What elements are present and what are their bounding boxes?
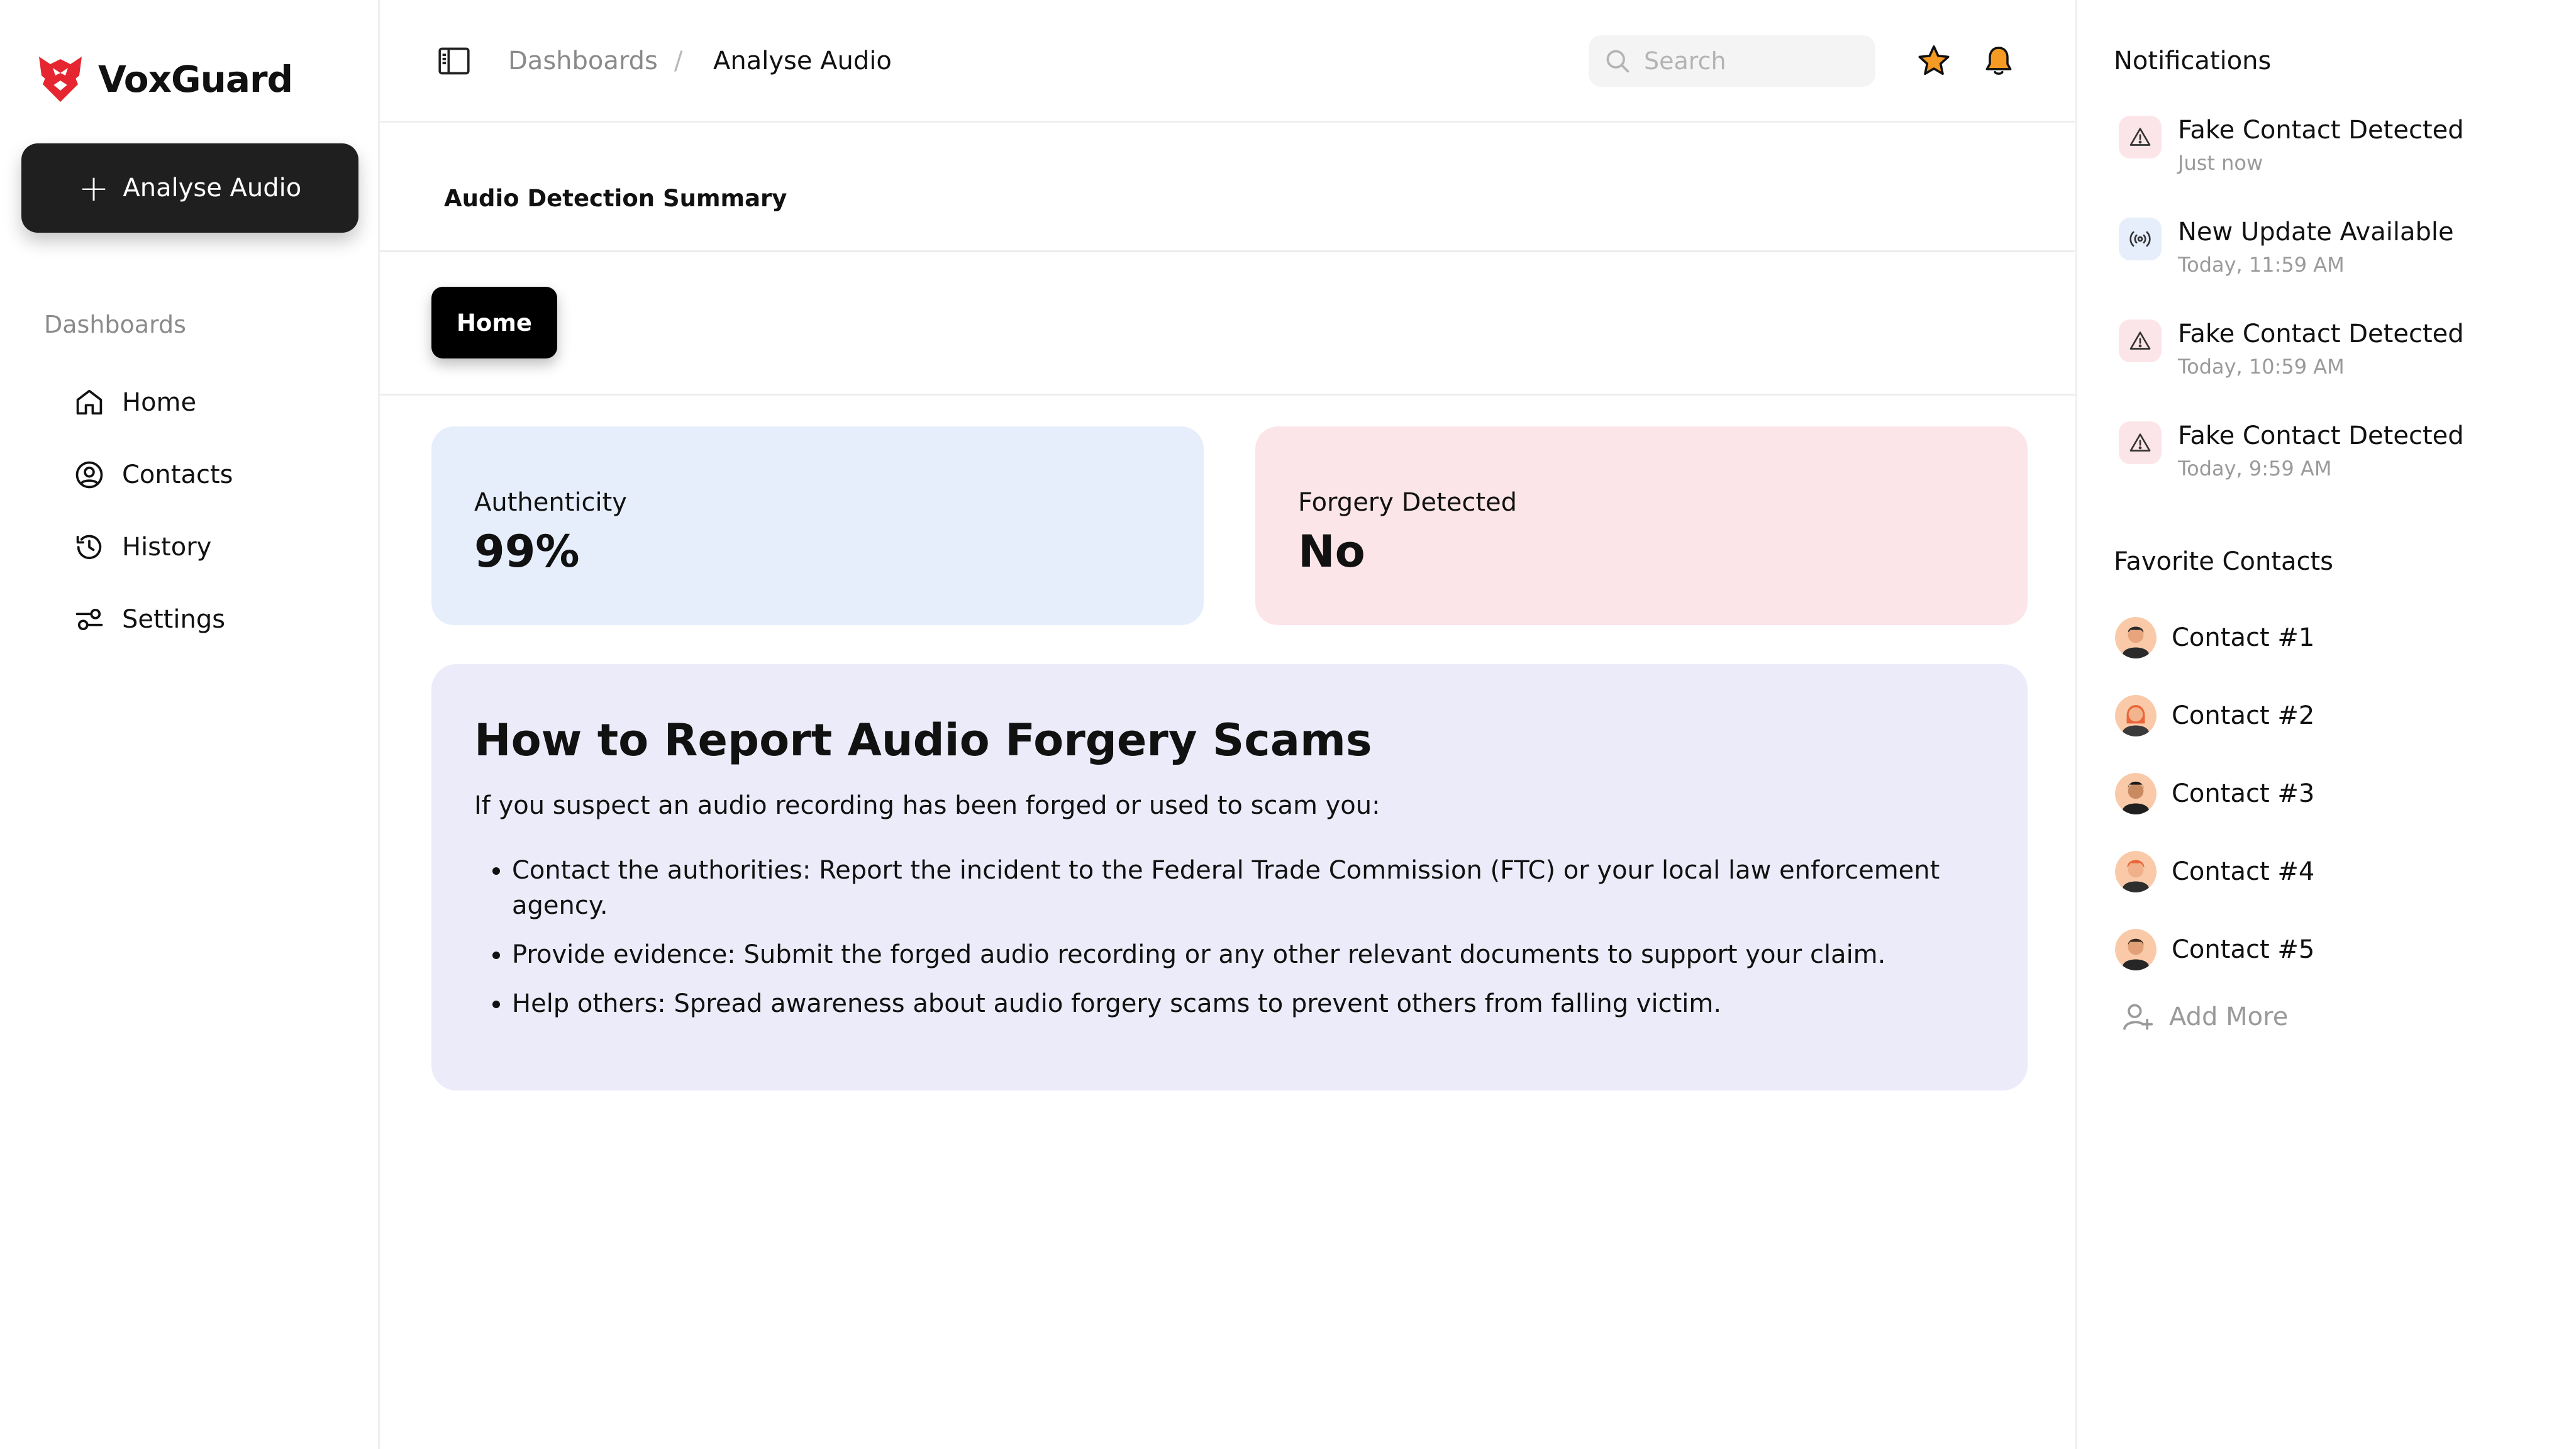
list-item: Provide evidence: Submit the forged audi… — [512, 937, 1985, 972]
main-content: Dashboards / Analyse Audio Audio Detecti… — [380, 0, 2075, 1449]
favorite-contacts-list: Contact #1 Contact #2 Contact #3 Contact… — [2115, 599, 2314, 1045]
brand-logo[interactable]: VoxGuard — [35, 53, 293, 106]
notification-item[interactable]: Fake Contact Detected Today, 10:59 AM — [2119, 319, 2464, 379]
contact-item[interactable]: Contact #5 — [2115, 911, 2314, 989]
sidebar-item-label: Contacts — [122, 460, 233, 489]
bell-icon[interactable] — [1981, 43, 2016, 79]
notification-item[interactable]: Fake Contact Detected Today, 9:59 AM — [2119, 421, 2464, 480]
add-more-button[interactable]: Add More — [2115, 989, 2314, 1045]
sidebar-item-home[interactable]: Home — [73, 366, 233, 438]
contact-name: Contact #3 — [2172, 779, 2315, 808]
settings-sliders-icon — [73, 603, 106, 636]
notification-title: Fake Contact Detected — [2178, 421, 2464, 450]
contact-name: Contact #1 — [2172, 623, 2315, 652]
notification-title: New Update Available — [2178, 218, 2454, 247]
notification-time: Today, 10:59 AM — [2178, 355, 2345, 379]
history-icon — [73, 531, 106, 564]
notification-time: Just now — [2178, 151, 2263, 175]
notification-time: Today, 11:59 AM — [2178, 253, 2345, 277]
analyse-audio-label: Analyse Audio — [123, 174, 302, 203]
search-input[interactable] — [1644, 47, 1870, 75]
warning-icon — [2119, 421, 2162, 464]
section-title: Audio Detection Summary — [444, 185, 787, 212]
avatar — [2115, 773, 2157, 814]
favorite-contacts-title: Favorite Contacts — [2114, 547, 2334, 576]
plus-icon: + — [78, 167, 109, 209]
contact-name: Contact #4 — [2172, 857, 2315, 886]
brand-name: VoxGuard — [98, 58, 293, 101]
sidebar-item-label: History — [122, 532, 212, 562]
sidebar-toggle-icon[interactable] — [438, 47, 470, 75]
list-item: Help others: Spread awareness about audi… — [512, 986, 1985, 1021]
right-panel: Notifications Fake Contact Detected Just… — [2075, 0, 2576, 1449]
notification-item[interactable]: New Update Available Today, 11:59 AM — [2119, 218, 2454, 277]
sidebar-nav: Home Contacts History Settings — [73, 366, 233, 655]
warning-icon — [2119, 319, 2162, 362]
user-circle-icon — [73, 458, 106, 491]
home-icon — [73, 386, 106, 419]
add-user-icon — [2123, 1004, 2153, 1030]
star-icon[interactable] — [1916, 43, 1952, 79]
divider — [380, 394, 2075, 396]
avatar — [2115, 929, 2157, 970]
contact-item[interactable]: Contact #1 — [2115, 599, 2314, 677]
report-info-card: How to Report Audio Forgery Scams If you… — [431, 664, 2028, 1091]
voxguard-logo-icon — [39, 57, 82, 102]
avatar — [2115, 695, 2157, 736]
sidebar-item-label: Home — [122, 387, 197, 417]
tab-home[interactable]: Home — [431, 287, 557, 358]
warning-icon — [2119, 116, 2162, 158]
notification-item[interactable]: Fake Contact Detected Just now — [2119, 116, 2464, 175]
add-more-label: Add More — [2169, 1002, 2289, 1031]
info-intro: If you suspect an audio recording has be… — [474, 791, 1380, 820]
forgery-value: No — [1298, 526, 1365, 577]
authenticity-card: Authenticity 99% — [431, 426, 1204, 625]
contact-item[interactable]: Contact #3 — [2115, 755, 2314, 833]
info-title: How to Report Audio Forgery Scams — [474, 714, 1372, 766]
notification-time: Today, 9:59 AM — [2178, 457, 2332, 480]
notification-title: Fake Contact Detected — [2178, 319, 2464, 348]
broadcast-icon — [2119, 218, 2162, 260]
contact-item[interactable]: Contact #4 — [2115, 833, 2314, 911]
sidebar-item-settings[interactable]: Settings — [73, 583, 233, 655]
sidebar-section-label: Dashboards — [44, 311, 186, 338]
authenticity-value: 99% — [474, 526, 580, 577]
sidebar-item-label: Settings — [122, 604, 226, 634]
authenticity-label: Authenticity — [474, 488, 627, 517]
sidebar-item-contacts[interactable]: Contacts — [73, 438, 233, 511]
avatar — [2115, 851, 2157, 892]
top-bar: Dashboards / Analyse Audio — [380, 0, 2075, 123]
breadcrumb-separator: / — [674, 47, 683, 75]
notification-title: Fake Contact Detected — [2178, 116, 2464, 145]
forgery-label: Forgery Detected — [1298, 488, 1518, 517]
avatar — [2115, 617, 2157, 658]
info-list: Contact the authorities: Report the inci… — [474, 853, 1985, 1021]
forgery-card: Forgery Detected No — [1255, 426, 2028, 625]
sidebar: VoxGuard + Analyse Audio Dashboards Home… — [0, 0, 380, 1449]
search-box[interactable] — [1589, 35, 1875, 87]
breadcrumb-current: Analyse Audio — [713, 47, 892, 75]
notifications-title: Notifications — [2114, 47, 2272, 75]
contact-item[interactable]: Contact #2 — [2115, 677, 2314, 755]
list-item: Contact the authorities: Report the inci… — [512, 853, 1985, 923]
divider — [380, 250, 2075, 252]
analyse-audio-button[interactable]: + Analyse Audio — [21, 143, 358, 233]
sidebar-item-history[interactable]: History — [73, 511, 233, 583]
breadcrumb-dashboards[interactable]: Dashboards — [508, 47, 658, 75]
contact-name: Contact #5 — [2172, 935, 2315, 964]
contact-name: Contact #2 — [2172, 701, 2315, 730]
search-icon — [1606, 50, 1629, 73]
